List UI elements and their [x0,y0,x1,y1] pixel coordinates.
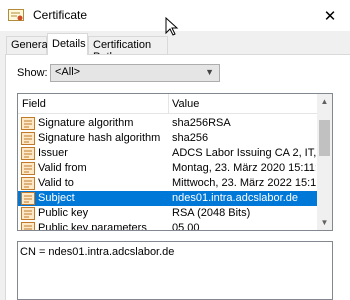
show-dropdown-value: <All> [55,66,81,78]
list-item[interactable]: Signature hash algorithm sha256 [18,131,317,146]
list-item[interactable]: Public key RSA (2048 Bits) [18,206,317,221]
show-dropdown[interactable]: <All> ▼ [50,64,220,82]
column-divider[interactable] [168,94,169,114]
field-detail-textbox[interactable]: CN = ndes01.intra.adcslabor.de [17,241,333,300]
certificate-field-icon [21,117,35,130]
field-value: Montag, 23. März 2020 15:11:40 [172,162,316,174]
tab-certification-path[interactable]: Certification Path [88,36,168,63]
list-item[interactable]: Public key parameters 05 00 [18,221,317,231]
tab-details-label: Details [52,38,86,50]
column-header-field[interactable]: Field [22,98,46,110]
field-name: Valid to [38,177,74,189]
list-item[interactable]: Valid to Mittwoch, 23. März 2022 15:1... [18,176,317,191]
field-value: RSA (2048 Bits) [172,207,251,219]
certificate-icon [8,9,24,21]
field-name: Public key [38,207,89,219]
field-value: ADCS Labor Issuing CA 2, IT, ... [172,147,316,159]
list-item[interactable]: Issuer ADCS Labor Issuing CA 2, IT, ... [18,146,317,161]
list-item-selected[interactable]: Subject ndes01.intra.adcslabor.de [18,191,317,206]
certificate-field-icon [21,222,35,230]
certificate-field-icon [21,147,35,160]
scroll-thumb[interactable] [319,120,330,156]
field-name: Valid from [38,162,87,174]
mouse-cursor-icon [165,17,179,36]
field-value: sha256 [172,132,209,144]
scroll-down-icon[interactable]: ▼ [317,215,332,230]
certificate-field-icon [21,207,35,220]
field-value: ndes01.intra.adcslabor.de [172,192,298,204]
show-label: Show: [17,67,48,79]
field-name: Issuer [38,147,68,159]
list-item[interactable]: Valid from Montag, 23. März 2020 15:11:4… [18,161,317,176]
field-value: sha256RSA [172,117,231,129]
field-name: Signature hash algorithm [38,132,161,144]
field-list[interactable]: Field Value Signature algorithm sha256RS… [17,93,333,231]
vertical-scrollbar[interactable]: ▲ ▼ [317,94,332,230]
list-header: Field Value [18,94,317,114]
certificate-field-icon [21,177,35,190]
certificate-field-icon [21,192,35,205]
tab-details[interactable]: Details [47,33,88,55]
column-header-value[interactable]: Value [172,98,199,110]
certificate-field-icon [21,132,35,145]
field-value: Mittwoch, 23. März 2022 15:1... [172,177,316,189]
list-item[interactable]: Signature algorithm sha256RSA [18,116,317,131]
close-icon: ✕ [323,7,337,25]
tab-general-label: General [11,39,51,51]
tab-general[interactable]: General [6,36,51,54]
close-button[interactable]: ✕ [310,0,350,31]
field-name: Subject [38,192,75,204]
field-value: 05 00 [172,222,200,231]
field-name: Signature algorithm [38,117,134,129]
chevron-down-icon: ▼ [205,67,214,77]
certificate-field-icon [21,162,35,175]
field-name: Public key parameters [38,222,147,231]
field-detail-text: CN = ndes01.intra.adcslabor.de [20,246,175,258]
scroll-up-icon[interactable]: ▲ [317,94,332,109]
window-title: Certificate [33,8,88,22]
